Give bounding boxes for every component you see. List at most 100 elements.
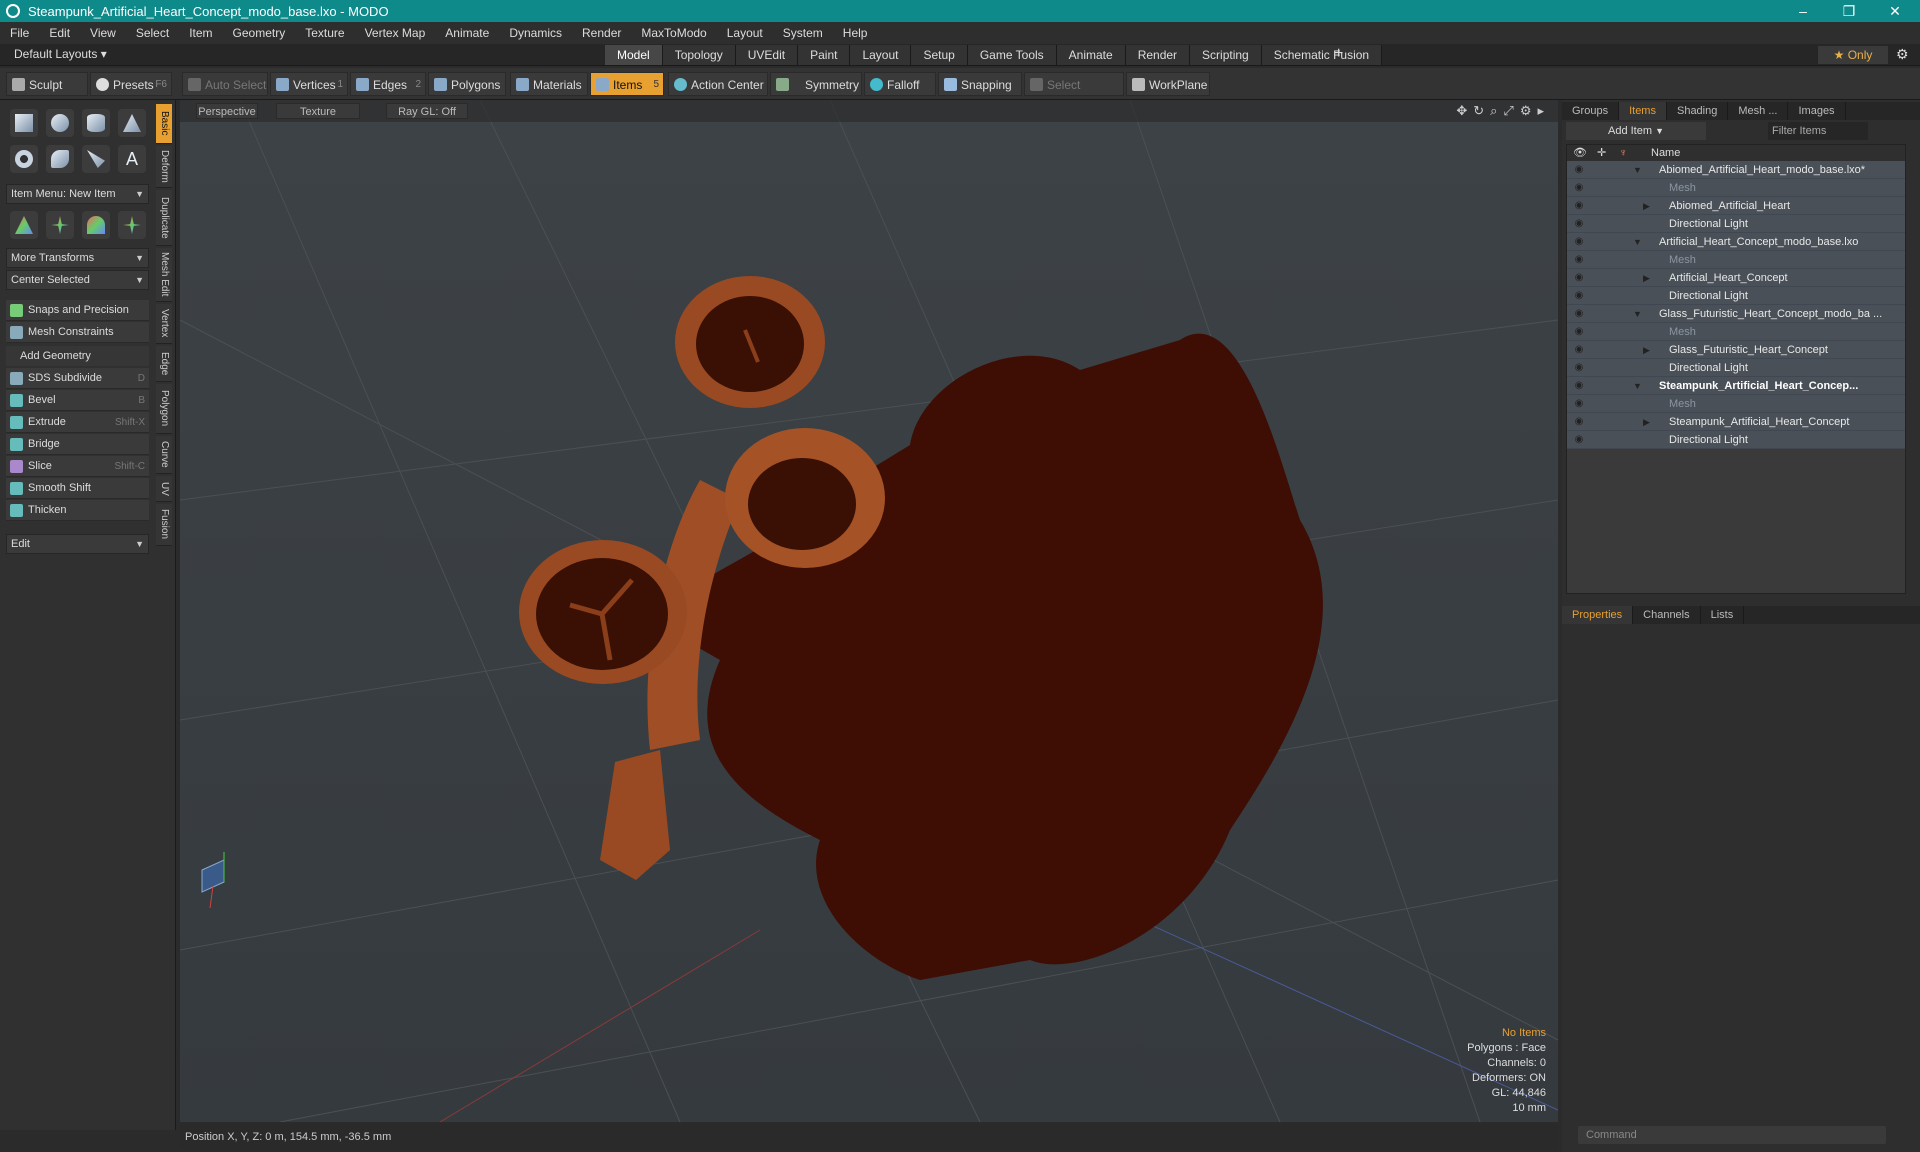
menu-select[interactable]: Select	[126, 26, 179, 40]
symmetry-button[interactable]: Symmetry	[770, 72, 862, 96]
vtab-duplicate[interactable]: Duplicate	[156, 190, 172, 246]
pan-icon[interactable]: ✥	[1456, 103, 1467, 119]
menu-animate[interactable]: Animate	[435, 26, 499, 40]
sculpt-button[interactable]: Sculpt	[6, 72, 88, 96]
polygons-button[interactable]: Polygons	[428, 72, 506, 96]
item-tree-row[interactable]: ◉ ▼ Abiomed_Artificial_Heart_modo_base.lxo…	[1567, 161, 1905, 179]
more-transforms-dropdown[interactable]: More Transforms ▼	[6, 248, 149, 268]
command-input[interactable]: Command	[1578, 1126, 1886, 1144]
expand-toggle[interactable]: ▼	[1633, 305, 1642, 323]
filter-items-input[interactable]: Filter Items	[1768, 122, 1868, 140]
visibility-eye-icon[interactable]: ◉	[1573, 215, 1585, 233]
tab-game-tools[interactable]: Game Tools	[967, 45, 1057, 65]
menu-item[interactable]: Item	[179, 26, 222, 40]
vtab-vertex[interactable]: Vertex	[156, 304, 172, 344]
menu-render[interactable]: Render	[572, 26, 631, 40]
shading-mode-button[interactable]: Texture	[276, 103, 360, 119]
tab-mesh[interactable]: Mesh ...	[1728, 102, 1789, 120]
tab-schematic-fusion[interactable]: Schematic Fusion	[1261, 45, 1383, 65]
item-tree-row[interactable]: ◉ Directional Light	[1567, 359, 1905, 377]
item-tree-row[interactable]: ◉ ▶ Steampunk_Artificial_Heart_Concept	[1567, 413, 1905, 431]
visibility-eye-icon[interactable]: ◉	[1573, 233, 1585, 251]
gear-icon[interactable]: ⚙	[1896, 46, 1909, 63]
default-layouts-dropdown[interactable]: Default Layouts ▾	[14, 47, 107, 61]
tab-animate[interactable]: Animate	[1056, 45, 1126, 65]
menu-dynamics[interactable]: Dynamics	[499, 26, 572, 40]
falloff-button[interactable]: Falloff	[864, 72, 936, 96]
smooth-shift-button[interactable]: Smooth Shift	[6, 478, 149, 499]
tab-lists[interactable]: Lists	[1701, 606, 1745, 624]
materials-button[interactable]: Materials	[510, 72, 588, 96]
slice-button[interactable]: Slice Shift-C	[6, 456, 149, 477]
cone-tool[interactable]	[118, 109, 146, 137]
edges-button[interactable]: Edges 2	[350, 72, 426, 96]
fit-icon[interactable]: ⤢	[1503, 103, 1513, 119]
item-tree-row[interactable]: ◉ ▶ Artificial_Heart_Concept	[1567, 269, 1905, 287]
visibility-eye-icon[interactable]: ◉	[1573, 341, 1585, 359]
item-tree-row[interactable]: ◉ Mesh	[1567, 323, 1905, 341]
vtab-polygon[interactable]: Polygon	[156, 384, 172, 434]
action-center-button[interactable]: Action Center	[668, 72, 768, 96]
only-toggle[interactable]: ★ Only	[1818, 46, 1888, 64]
item-tree-row[interactable]: ◉ Directional Light	[1567, 287, 1905, 305]
capsule-tool[interactable]	[46, 145, 74, 173]
thicken-button[interactable]: Thicken	[6, 500, 149, 521]
text-tool[interactable]: A	[118, 145, 146, 173]
view-type-button[interactable]: Perspective	[196, 103, 258, 119]
menu-view[interactable]: View	[80, 26, 126, 40]
visibility-eye-icon[interactable]: ◉	[1573, 305, 1585, 323]
visibility-eye-icon[interactable]: ◉	[1573, 359, 1585, 377]
item-tree-row[interactable]: ◉ ▼ Glass_Futuristic_Heart_Concept_modo_ba…	[1567, 305, 1905, 323]
expand-toggle[interactable]: ▼	[1633, 377, 1642, 395]
orbit-icon[interactable]: ↻	[1473, 103, 1484, 119]
vtab-curve[interactable]: Curve	[156, 436, 172, 474]
vtab-fusion[interactable]: Fusion	[156, 504, 172, 546]
snaps-precision-button[interactable]: Snaps and Precision	[6, 300, 149, 321]
visibility-eye-icon[interactable]: ◉	[1573, 395, 1585, 413]
vtab-edge[interactable]: Edge	[156, 346, 172, 382]
sds-subdivide-button[interactable]: SDS Subdivide D	[6, 368, 149, 389]
maximize-button[interactable]: ❐	[1826, 0, 1872, 22]
visibility-eye-icon[interactable]: ◉	[1573, 287, 1585, 305]
expand-toggle[interactable]: ▶	[1643, 341, 1650, 359]
auto-select-button[interactable]: Auto Select	[182, 72, 268, 96]
minimize-button[interactable]: –	[1780, 0, 1826, 22]
expand-toggle[interactable]: ▶	[1643, 197, 1650, 215]
close-button[interactable]: ✕	[1872, 0, 1918, 22]
menu-texture[interactable]: Texture	[295, 26, 354, 40]
scale-tool[interactable]	[82, 211, 110, 239]
items-button[interactable]: Items 5	[590, 72, 664, 96]
item-tree-row[interactable]: ◉ Directional Light	[1567, 215, 1905, 233]
tab-scripting[interactable]: Scripting	[1190, 45, 1262, 65]
vtab-deform[interactable]: Deform	[156, 146, 172, 188]
item-tree-row[interactable]: ◉ ▶ Abiomed_Artificial_Heart	[1567, 197, 1905, 215]
menu-edit[interactable]: Edit	[39, 26, 80, 40]
tab-shading[interactable]: Shading	[1667, 102, 1729, 120]
menu-file[interactable]: File	[0, 26, 39, 40]
viewport-settings-icon[interactable]: ⚙	[1520, 103, 1532, 119]
presets-button[interactable]: Presets F6	[90, 72, 172, 96]
ray-gl-button[interactable]: Ray GL: Off	[386, 103, 468, 119]
visibility-eye-icon[interactable]: ◉	[1573, 161, 1585, 179]
viewport-menu-icon[interactable]: ▸	[1537, 103, 1544, 119]
vtab-mesh-edit[interactable]: Mesh Edit	[156, 248, 172, 302]
tab-groups[interactable]: Groups	[1562, 102, 1620, 120]
vertices-button[interactable]: Vertices 1	[270, 72, 348, 96]
mesh-constraints-button[interactable]: Mesh Constraints	[6, 322, 149, 343]
snapping-button[interactable]: Snapping	[938, 72, 1022, 96]
expand-toggle[interactable]: ▶	[1643, 269, 1650, 287]
expand-toggle[interactable]: ▼	[1633, 161, 1642, 179]
sphere-tool[interactable]	[46, 109, 74, 137]
visibility-eye-icon[interactable]: ◉	[1573, 269, 1585, 287]
visibility-eye-icon[interactable]: ◉	[1573, 197, 1585, 215]
visibility-eye-icon[interactable]: ◉	[1573, 251, 1585, 269]
zoom-icon[interactable]: ⌕	[1490, 103, 1497, 119]
tab-paint[interactable]: Paint	[798, 45, 851, 65]
item-tree-row[interactable]: ◉ Mesh	[1567, 179, 1905, 197]
cylinder-tool[interactable]	[82, 109, 110, 137]
eye-icon[interactable]: 👁	[1573, 145, 1587, 161]
vtab-uv[interactable]: UV	[156, 476, 172, 502]
cube-tool[interactable]	[10, 109, 38, 137]
visibility-eye-icon[interactable]: ◉	[1573, 413, 1585, 431]
extrude-button[interactable]: Extrude Shift-X	[6, 412, 149, 433]
